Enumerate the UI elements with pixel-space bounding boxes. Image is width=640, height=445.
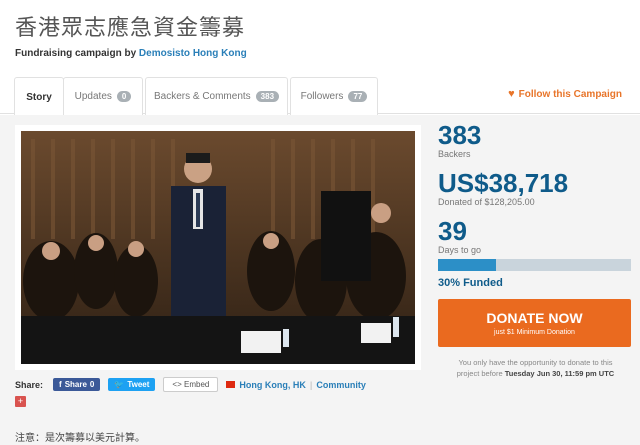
backers-label: Backers [438, 149, 471, 159]
followers-count-badge: 77 [348, 91, 368, 102]
tab-story[interactable]: Story [14, 77, 64, 116]
hk-flag-icon [226, 381, 236, 388]
tab-backers-comments[interactable]: Backers & Comments 383 [145, 77, 288, 115]
share-label: Share: [15, 379, 44, 390]
more-share-plus-icon[interactable]: + [15, 396, 26, 407]
campaign-content: Share: f Share 0 🐦 Tweet <> Embed Hong K… [0, 115, 640, 445]
deadline-prefix: project before [456, 369, 503, 378]
goal-label: Donated of $128,205.00 [438, 197, 535, 207]
campaign-media [15, 125, 421, 370]
deadline-date: Tuesday Jun 30, 11:59 pm UTC [504, 369, 615, 378]
tweet-button[interactable]: 🐦 Tweet [108, 378, 156, 391]
twitter-icon: 🐦 [114, 380, 125, 389]
days-label: Days to go [438, 245, 482, 255]
amount-raised: US$38,718 [438, 168, 569, 198]
tweet-label: Tweet [127, 380, 150, 389]
tab-followers[interactable]: Followers 77 [290, 77, 378, 115]
updates-count-badge: 0 [116, 91, 132, 102]
embed-button[interactable]: <> Embed [163, 377, 219, 392]
campaign-location: Hong Kong, HK | Community [226, 380, 366, 390]
share-row: Share: f Share 0 🐦 Tweet <> Embed Hong K… [15, 377, 366, 392]
facebook-icon: f [59, 380, 62, 389]
campaign-stats-sidebar: 383 Backers US$38,718 Donated of $128,20… [438, 121, 633, 379]
facebook-share-count: 0 [89, 380, 95, 389]
code-icon: <> [172, 380, 182, 389]
tab-label: Backers & Comments [153, 91, 251, 102]
follow-label: Follow this Campaign [518, 88, 622, 100]
separator: | [309, 379, 313, 390]
donate-label: DONATE NOW [486, 310, 583, 326]
funded-percent: 30% Funded [438, 277, 503, 289]
location-link[interactable]: Hong Kong, HK [239, 380, 306, 390]
byline-prefix: Fundraising campaign by [15, 48, 137, 59]
facebook-share-button[interactable]: f Share 0 [53, 378, 101, 391]
deadline-notice: You only have the opportunity to donate … [438, 357, 633, 379]
organizer-link[interactable]: Demosisto Hong Kong [139, 48, 247, 59]
tab-label: Followers [300, 91, 344, 102]
facebook-share-label: Share [64, 380, 87, 389]
follow-campaign-button[interactable]: ♥ Follow this Campaign [508, 88, 622, 100]
campaign-byline: Fundraising campaign by Demosisto Hong K… [15, 48, 625, 59]
tab-label: Updates [74, 91, 112, 102]
campaign-photo[interactable] [21, 131, 415, 364]
heart-icon: ♥ [508, 88, 515, 100]
donate-sublabel: just $1 Minimum Donation [494, 329, 575, 336]
backers-count: 383 [438, 120, 482, 150]
campaign-header: 香港眾志應急資金籌募 Fundraising campaign by Demos… [15, 10, 625, 59]
deadline-line2: project before Tuesday Jun 30, 11:59 pm … [438, 368, 633, 379]
donate-now-button[interactable]: DONATE NOW just $1 Minimum Donation [438, 299, 631, 347]
backers-count-badge: 383 [255, 91, 280, 102]
page-title: 香港眾志應急資金籌募 [15, 16, 246, 41]
tab-label: Story [26, 91, 52, 103]
deadline-line1: You only have the opportunity to donate … [458, 358, 613, 367]
funding-progress-bar [438, 259, 631, 271]
campaign-tabs: Story Updates 0 Backers & Comments 383 F… [0, 74, 640, 116]
funding-progress-fill [438, 259, 496, 271]
currency-note: 注意：是次籌募以美元計算。 [15, 433, 145, 444]
days-left: 39 [438, 216, 467, 246]
tab-updates[interactable]: Updates 0 [63, 77, 143, 115]
hearing-photo-illustration [21, 131, 415, 364]
embed-label: Embed [184, 380, 210, 389]
category-link[interactable]: Community [316, 380, 366, 390]
